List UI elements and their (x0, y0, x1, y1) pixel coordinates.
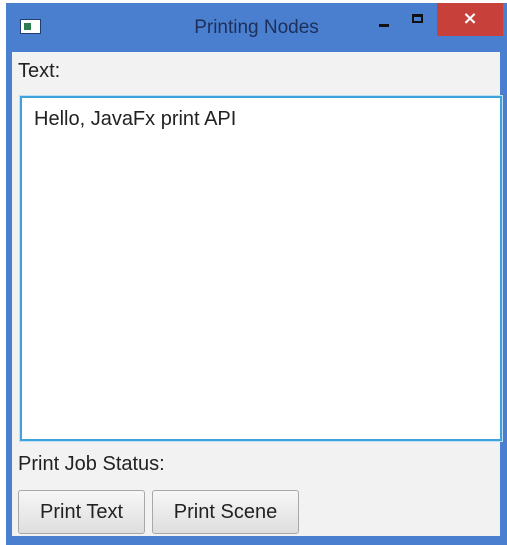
text-area-value[interactable]: Hello, JavaFx print API (34, 108, 236, 131)
print-text-button[interactable]: Print Text (18, 490, 145, 534)
close-button[interactable]: × (437, 3, 503, 36)
print-scene-button[interactable]: Print Scene (152, 490, 299, 534)
title-bar[interactable]: Printing Nodes × (6, 3, 507, 49)
close-icon: × (462, 8, 478, 29)
app-window: Printing Nodes × Text: Hello, JavaFx pri… (6, 3, 507, 545)
text-label: Text: (18, 60, 61, 82)
print-job-status-label: Print Job Status: (18, 453, 165, 475)
maximize-icon[interactable] (404, 9, 434, 35)
text-area[interactable]: Hello, JavaFx print API (20, 96, 502, 441)
minimize-icon[interactable] (370, 11, 400, 37)
window-content: Text: Hello, JavaFx print API Print Job … (12, 52, 502, 536)
